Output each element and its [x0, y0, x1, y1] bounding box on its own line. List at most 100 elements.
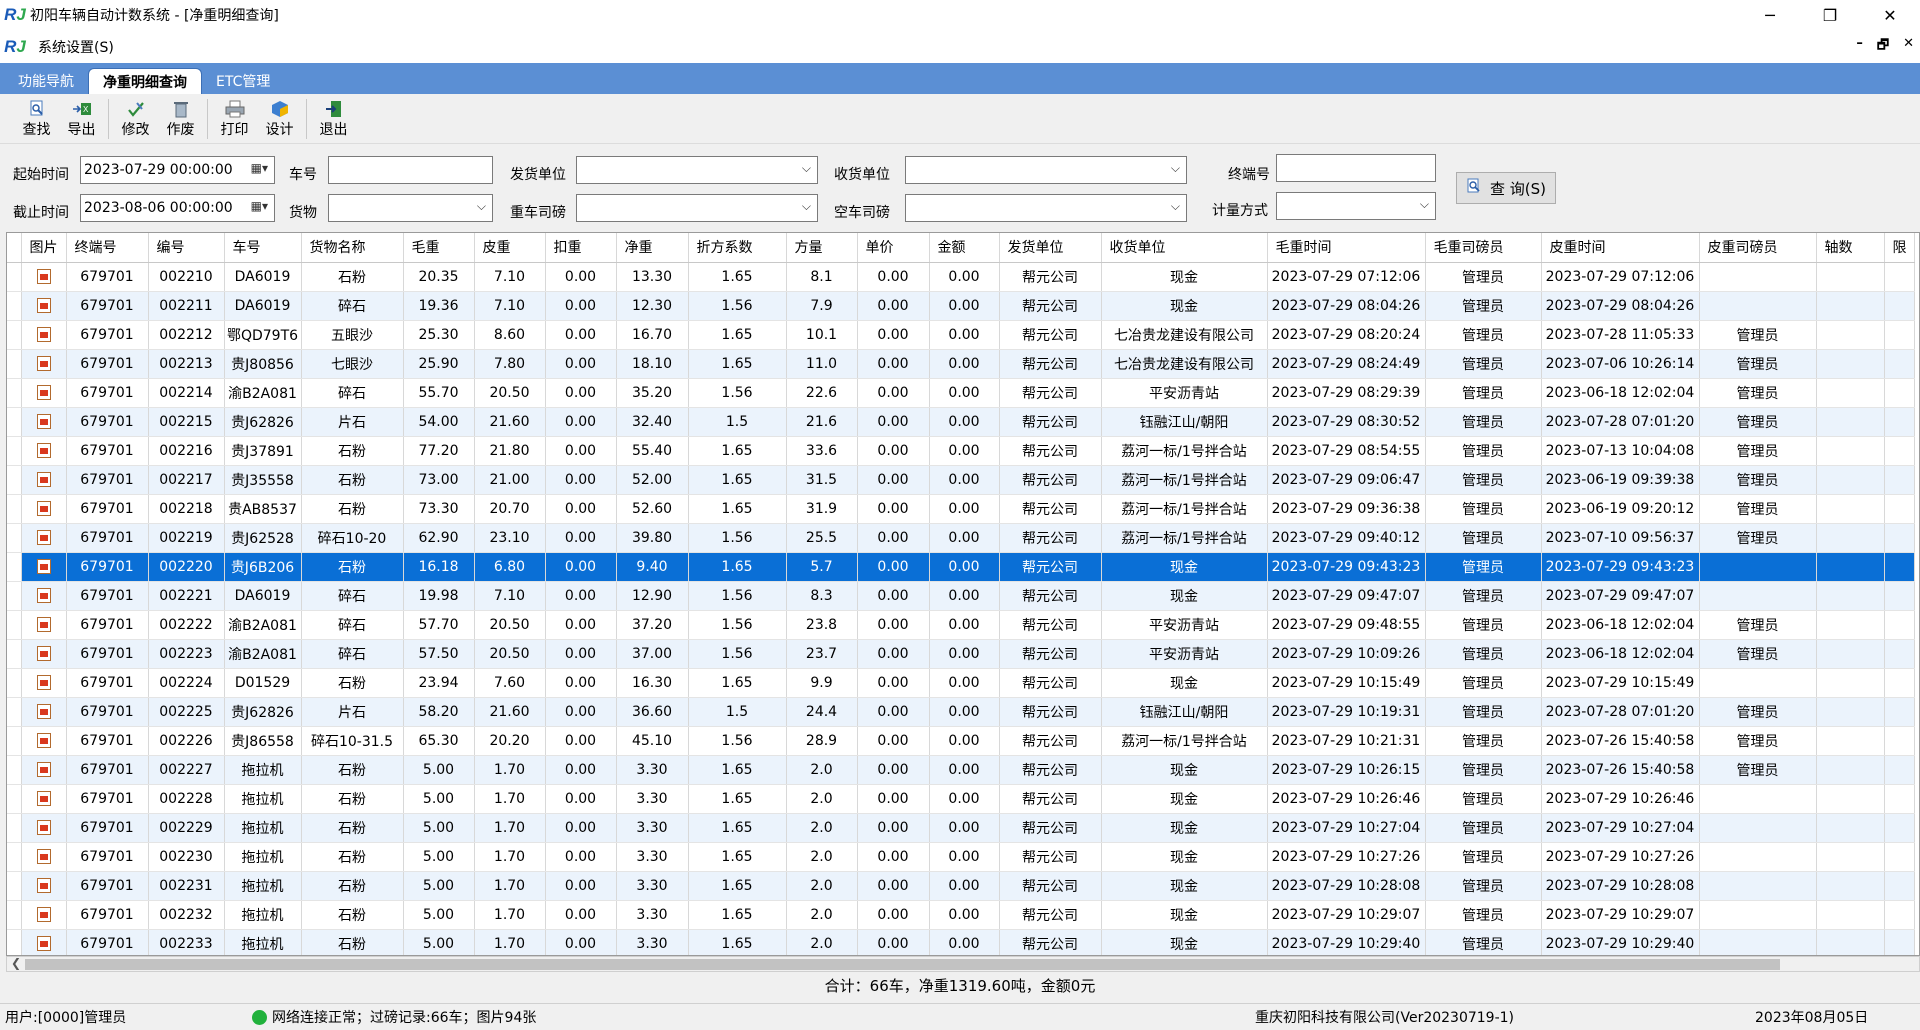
maximize-button[interactable]: ❐	[1800, 0, 1860, 30]
table-row[interactable]: 679701 002227 拖拉机 石粉 5.00 1.70 0.00 3.30 1.65 2.0…	[7, 755, 1915, 785]
image-cell[interactable]	[21, 320, 67, 350]
chevron-down-icon[interactable]: ⌵	[477, 199, 486, 214]
mdi-restore-button[interactable]: 🗗	[1877, 36, 1889, 58]
mdi-close-button[interactable]: ✕	[1903, 36, 1914, 58]
table-row[interactable]: 679701 002221 DA6019 碎石 19.98 7.10 0.00 12.90 1.…	[7, 581, 1915, 611]
image-cell[interactable]	[21, 407, 67, 437]
column-header[interactable]: 发货单位	[999, 233, 1102, 263]
query-button[interactable]: 查 询(S)	[1456, 172, 1556, 204]
table-row[interactable]: 679701 002229 拖拉机 石粉 5.00 1.70 0.00 3.30 1.65 2.0…	[7, 813, 1915, 843]
row-header[interactable]	[7, 436, 22, 466]
table-row[interactable]: 679701 002232 拖拉机 石粉 5.00 1.70 0.00 3.30 1.65 2.0…	[7, 900, 1915, 930]
row-header[interactable]	[7, 929, 22, 955]
table-row[interactable]: 679701 002210 DA6019 石粉 20.35 7.10 0.00 13.30 1.…	[7, 262, 1915, 292]
close-button[interactable]: ✕	[1860, 0, 1920, 30]
image-icon[interactable]	[36, 675, 51, 690]
receiver-select[interactable]: ⌵	[905, 156, 1187, 184]
end-time-picker[interactable]: 2023-08-06 00:00:00 ▦▾	[80, 194, 275, 222]
row-header[interactable]	[7, 320, 22, 350]
row-header[interactable]	[7, 668, 22, 698]
image-icon[interactable]	[36, 820, 51, 835]
column-header[interactable]: 毛重	[403, 233, 475, 263]
image-icon[interactable]	[36, 646, 51, 661]
column-header[interactable]: 净重	[616, 233, 689, 263]
minimize-button[interactable]: ─	[1740, 0, 1800, 30]
column-header[interactable]: 方量	[786, 233, 858, 263]
column-header[interactable]: 单价	[857, 233, 930, 263]
image-cell[interactable]	[21, 929, 67, 955]
calendar-icon[interactable]: ▦▾	[251, 161, 268, 175]
chevron-down-icon[interactable]: ⌵	[1171, 199, 1180, 214]
column-header[interactable]: 限	[1884, 233, 1915, 263]
row-header[interactable]	[7, 610, 22, 640]
void-button[interactable]: 作废	[158, 99, 203, 139]
image-cell[interactable]	[21, 871, 67, 901]
image-icon[interactable]	[36, 617, 51, 632]
column-header[interactable]: 金额	[929, 233, 1000, 263]
image-icon[interactable]	[36, 704, 51, 719]
column-header[interactable]: 终端号	[66, 233, 149, 263]
image-cell[interactable]	[21, 262, 67, 292]
row-header[interactable]	[7, 842, 22, 872]
design-button[interactable]: 设计	[257, 99, 302, 139]
menu-system-settings[interactable]: 系统设置(S)	[38, 37, 114, 57]
data-grid[interactable]: 图片 终端号 编号 车号 货物名称 毛重 皮重 扣重 净重 折方系数 方量 单价 金额 发货单位 收货单位毛…	[6, 232, 1920, 956]
table-row[interactable]: 679701 002224 D01529 石粉 23.94 7.60 0.00 16.30 1.…	[7, 668, 1915, 698]
image-icon[interactable]	[36, 443, 51, 458]
image-icon[interactable]	[36, 356, 51, 371]
image-icon[interactable]	[36, 791, 51, 806]
row-header[interactable]	[7, 349, 22, 379]
column-header[interactable]: 编号	[148, 233, 225, 263]
row-header[interactable]	[7, 639, 22, 669]
chevron-down-icon[interactable]: ⌵	[1420, 197, 1429, 212]
row-header[interactable]	[7, 262, 22, 292]
method-select[interactable]: ⌵	[1276, 192, 1436, 220]
column-header[interactable]: 收货单位	[1101, 233, 1268, 263]
image-icon[interactable]	[36, 327, 51, 342]
tab-etc-management[interactable]: ETC管理	[202, 68, 284, 94]
tare-operator-select[interactable]: ⌵	[905, 194, 1187, 222]
row-header[interactable]	[7, 407, 22, 437]
row-header[interactable]	[7, 581, 22, 611]
column-header[interactable]: 皮重	[474, 233, 546, 263]
tab-navigation[interactable]: 功能导航	[4, 68, 88, 94]
image-cell[interactable]	[21, 900, 67, 930]
column-header[interactable]: 车号	[224, 233, 302, 263]
table-row[interactable]: 679701 002216 贵J37891 石粉 77.20 21.80 0.00 55.40…	[7, 436, 1915, 466]
table-row[interactable]: 679701 002226 贵J86558 碎石10-31.5 65.30 20.20 0.…	[7, 726, 1915, 756]
image-cell[interactable]	[21, 436, 67, 466]
row-header[interactable]	[7, 813, 22, 843]
image-cell[interactable]	[21, 465, 67, 495]
column-header[interactable]: 毛重时间	[1267, 233, 1426, 263]
tab-net-weight-query[interactable]: 净重明细查询	[88, 68, 202, 94]
image-cell[interactable]	[21, 581, 67, 611]
image-cell[interactable]	[21, 813, 67, 843]
row-header[interactable]	[7, 523, 22, 553]
table-row[interactable]: 679701 002218 贵AB8537 石粉 73.30 20.70 0.00 52.60…	[7, 494, 1915, 524]
calendar-icon[interactable]: ▦▾	[251, 199, 268, 213]
image-cell[interactable]	[21, 349, 67, 379]
row-header[interactable]	[7, 494, 22, 524]
image-cell[interactable]	[21, 639, 67, 669]
image-cell[interactable]	[21, 668, 67, 698]
row-header[interactable]	[7, 465, 22, 495]
image-icon[interactable]	[36, 530, 51, 545]
table-row[interactable]: 679701 002228 拖拉机 石粉 5.00 1.70 0.00 3.30 1.65 2.0…	[7, 784, 1915, 814]
image-cell[interactable]	[21, 842, 67, 872]
image-icon[interactable]	[36, 878, 51, 893]
table-row[interactable]: 679701 002220 贵J6B206 石粉 16.18 6.80 0.00 9.40 1.…	[7, 552, 1915, 582]
image-cell[interactable]	[21, 610, 67, 640]
find-button[interactable]: 查找	[14, 99, 59, 139]
column-header[interactable]: 皮重时间	[1541, 233, 1700, 263]
column-header[interactable]: 扣重	[545, 233, 617, 263]
image-icon[interactable]	[36, 559, 51, 574]
table-row[interactable]: 679701 002219 贵J62528 碎石10-20 62.90 23.10 0.00…	[7, 523, 1915, 553]
start-time-picker[interactable]: 2023-07-29 00:00:00 ▦▾	[80, 156, 275, 184]
horizontal-scrollbar[interactable]: ❮	[6, 956, 1920, 972]
image-cell[interactable]	[21, 697, 67, 727]
image-icon[interactable]	[36, 936, 51, 951]
table-row[interactable]: 679701 002212 鄂QD79T6 五眼沙 25.30 8.60 0.00 16.70…	[7, 320, 1915, 350]
export-button[interactable]: X 导出	[59, 99, 104, 139]
table-row[interactable]: 679701 002214 渝B2A081 碎石 55.70 20.50 0.00 35.20…	[7, 378, 1915, 408]
image-icon[interactable]	[36, 907, 51, 922]
